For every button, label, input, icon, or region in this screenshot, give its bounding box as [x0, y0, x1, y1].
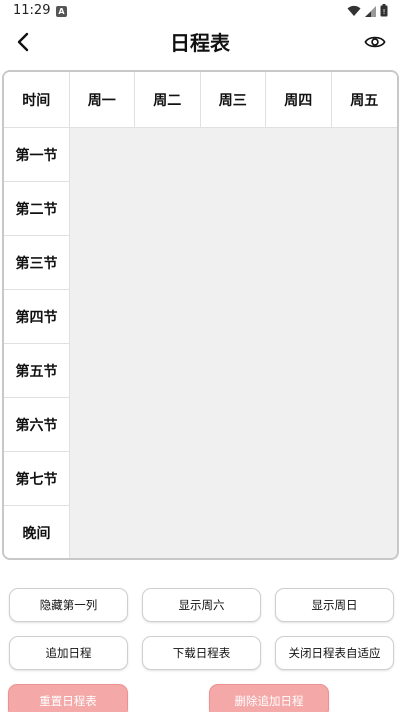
period-4: 第四节	[4, 290, 70, 344]
corner-cell-time: 时间	[4, 72, 70, 128]
day-header-tue: 周二	[135, 72, 201, 128]
day-header-fri: 周五	[331, 72, 397, 128]
period-2: 第二节	[4, 182, 70, 236]
show-saturday-button[interactable]: 显示周六	[142, 588, 261, 622]
period-3: 第三节	[4, 236, 70, 290]
status-time: 11:29	[13, 3, 51, 18]
signal-icon	[365, 5, 376, 17]
reset-schedule-button[interactable]: 重置日程表	[8, 684, 128, 712]
show-sunday-button[interactable]: 显示周日	[275, 588, 394, 622]
button-row-3: 重置日程表 删除追加日程	[0, 684, 400, 712]
period-6: 第六节	[4, 398, 70, 452]
period-evening: 晚间	[4, 506, 70, 558]
svg-text:!: !	[383, 8, 386, 16]
close-auto-fit-button[interactable]: 关闭日程表自适应	[275, 636, 394, 670]
status-bar: 11:29 A !	[0, 0, 400, 24]
battery-icon: !	[380, 4, 388, 17]
delete-added-schedule-button[interactable]: 删除追加日程	[209, 684, 329, 712]
button-row-1: 隐藏第一列 显示周六 显示周日	[0, 588, 400, 622]
button-row-2: 追加日程 下载日程表 关闭日程表自适应	[0, 636, 400, 670]
app-bar: 日程表	[0, 24, 400, 62]
schedule-header-row: 时间 周一 周二 周三 周四 周五	[4, 72, 397, 128]
add-schedule-button[interactable]: 追加日程	[9, 636, 128, 670]
schedule-table: 时间 周一 周二 周三 周四 周五 第一节 第二节 第三节 第四节 第五节 第六…	[2, 70, 399, 560]
period-column: 第一节 第二节 第三节 第四节 第五节 第六节 第七节 晚间	[4, 128, 70, 558]
page-title: 日程表	[170, 31, 230, 55]
hide-first-column-button[interactable]: 隐藏第一列	[9, 588, 128, 622]
status-icons: !	[347, 4, 388, 17]
period-7: 第七节	[4, 452, 70, 506]
day-header-thu: 周四	[266, 72, 332, 128]
download-schedule-button[interactable]: 下载日程表	[142, 636, 261, 670]
day-header-mon: 周一	[69, 72, 135, 128]
day-header-wed: 周三	[200, 72, 266, 128]
period-5: 第五节	[4, 344, 70, 398]
eye-icon[interactable]	[364, 31, 386, 53]
period-1: 第一节	[4, 128, 70, 182]
notification-icon: A	[56, 6, 67, 17]
wifi-icon	[347, 5, 361, 16]
